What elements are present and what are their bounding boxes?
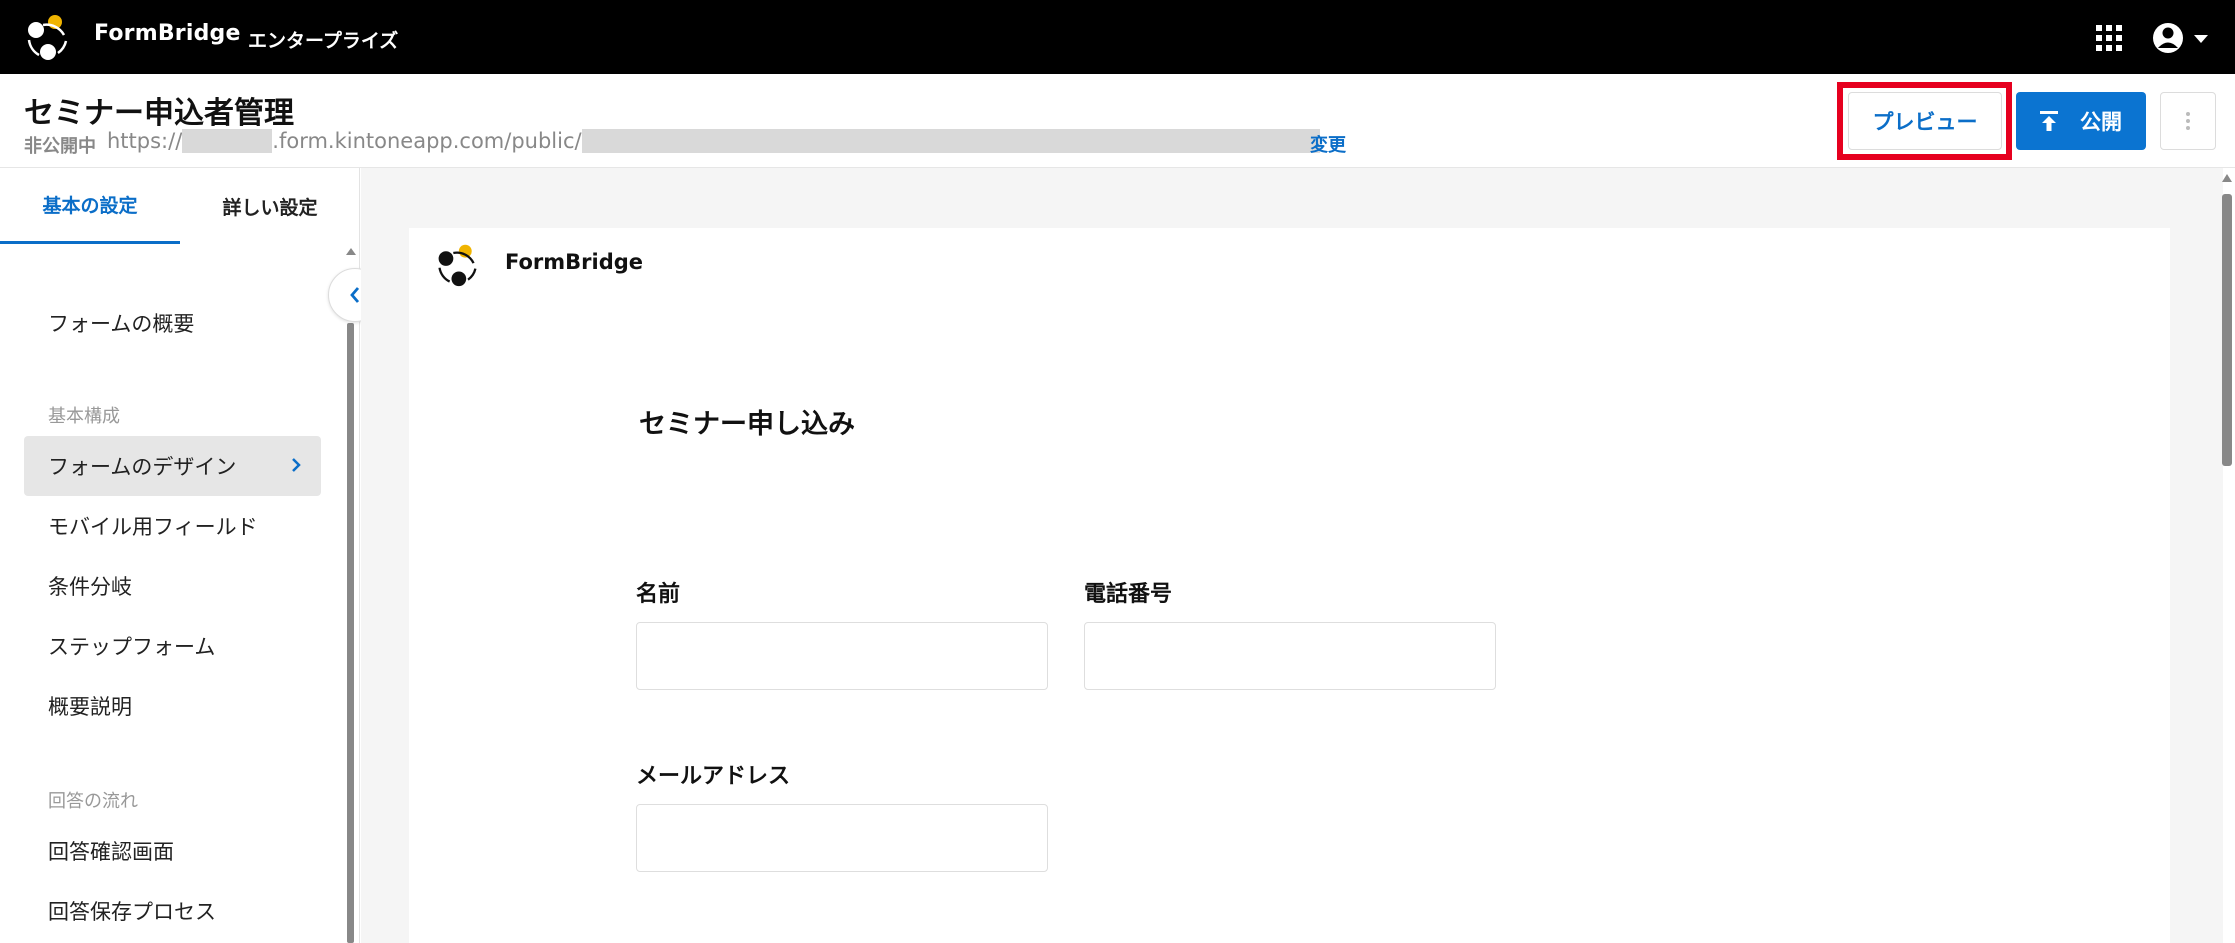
sidebar-item-mobile-fields[interactable]: モバイル用フィールド <box>24 496 321 556</box>
sidebar-item-label: フォームのデザイン <box>48 455 237 479</box>
upload-icon <box>2040 111 2058 131</box>
sidebar-item-step-form[interactable]: ステップフォーム <box>24 616 321 676</box>
main-scroll-up[interactable] <box>2222 174 2232 182</box>
sidebar-item-save-process[interactable]: 回答保存プロセス <box>24 881 321 941</box>
user-menu[interactable] <box>2150 20 2214 56</box>
edition-label: エンタープライズ <box>248 30 399 52</box>
sidebar-scroll-up[interactable] <box>346 248 356 255</box>
sidebar-item-description[interactable]: 概要説明 <box>24 676 321 736</box>
email-field[interactable] <box>636 804 1048 872</box>
caret-down-icon <box>2194 35 2208 43</box>
form-title: セミナー申し込み <box>639 409 855 440</box>
sidebar-item-form-design[interactable]: フォームのデザイン <box>24 436 321 496</box>
status-badge: 非公開中 <box>24 136 96 157</box>
sidebar-item-form-overview[interactable]: フォームの概要 <box>24 293 321 353</box>
sidebar-item-conditional-branch[interactable]: 条件分岐 <box>24 556 321 616</box>
redacted-subdomain <box>182 129 273 153</box>
field-label-email: メールアドレス <box>636 764 791 789</box>
url-prefix: https:// <box>107 129 183 153</box>
form-brand-name: FormBridge <box>505 250 644 274</box>
field-label-phone: 電話番号 <box>1084 582 1173 607</box>
chevron-right-icon <box>292 458 301 472</box>
tab-detailed-settings[interactable]: 詳しい設定 <box>180 168 360 244</box>
more-options-button[interactable] <box>2160 92 2216 150</box>
preview-button[interactable]: プレビュー <box>1848 92 2002 150</box>
publish-label: 公開 <box>2080 110 2122 134</box>
public-url: https:// .form.kintoneapp.com/public/ <box>107 129 1320 153</box>
change-url-link[interactable]: 変更 <box>1310 131 1346 157</box>
redacted-path <box>581 129 1320 153</box>
page-title: セミナー申込者管理 <box>24 96 294 131</box>
sidebar-scrollbar[interactable] <box>347 323 354 943</box>
settings-sidebar: 基本の設定 詳しい設定 フォームの概要 基本構成 フォームのデザイン モバイル用… <box>0 168 360 943</box>
brand-name: FormBridge <box>94 21 241 46</box>
sidebar-item-confirm-screen[interactable]: 回答確認画面 <box>24 821 321 881</box>
section-flow-heading: 回答の流れ <box>48 791 138 812</box>
field-label-name: 名前 <box>636 582 681 607</box>
url-mid: .form.kintoneapp.com/public/ <box>272 129 582 153</box>
apps-grid-icon[interactable] <box>2096 25 2122 51</box>
top-bar: FormBridge エンタープライズ <box>0 0 2235 74</box>
name-field[interactable] <box>636 622 1048 690</box>
formbridge-logo[interactable] <box>22 13 72 63</box>
tab-basic-settings[interactable]: 基本の設定 <box>0 168 180 244</box>
more-vert-icon <box>2186 112 2190 130</box>
user-avatar-icon <box>2153 23 2208 53</box>
main-scrollbar[interactable] <box>2222 194 2232 466</box>
section-basic-heading: 基本構成 <box>48 406 120 427</box>
phone-field[interactable] <box>1084 622 1496 690</box>
publish-button[interactable]: 公開 <box>2016 92 2146 150</box>
formbridge-logo <box>438 244 477 287</box>
